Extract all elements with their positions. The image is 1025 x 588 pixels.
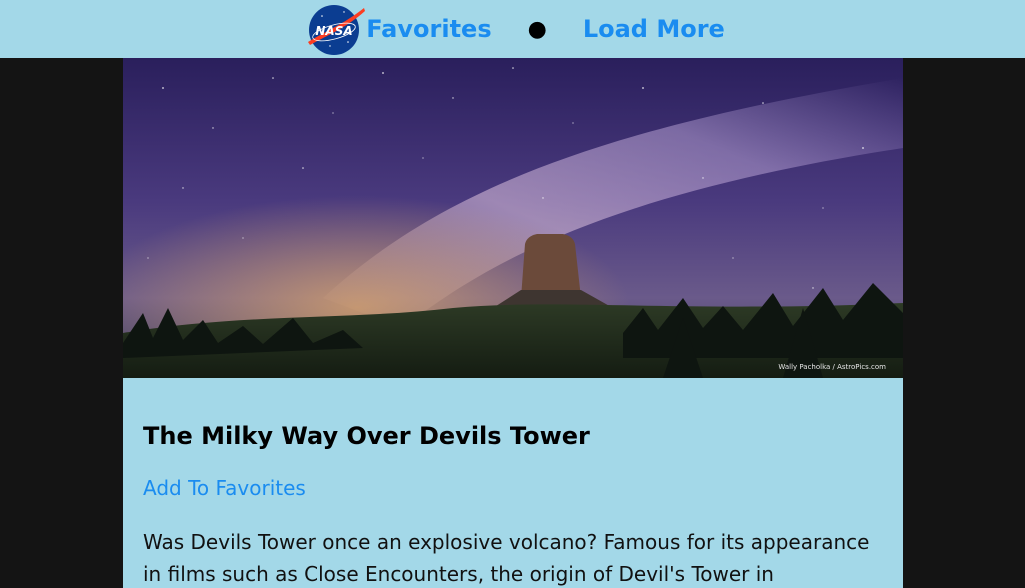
top-navbar: NASA Favorites ● Load More [0, 0, 1025, 58]
card-description: Was Devils Tower once an explosive volca… [143, 530, 870, 586]
nav-group: NASA Favorites ● Load More [304, 2, 725, 56]
nasa-logo-icon[interactable]: NASA [304, 2, 366, 56]
image-credit: Wally Pacholka / AstroPics.com [778, 363, 886, 371]
svg-text:NASA: NASA [316, 24, 353, 38]
load-more-link[interactable]: Load More [583, 15, 725, 43]
apod-card: Wally Pacholka / AstroPics.com The Milky… [123, 58, 903, 588]
nav-separator: ● [527, 16, 547, 42]
favorites-link[interactable]: Favorites [366, 15, 491, 43]
add-to-favorites-link[interactable]: Add To Favorites [143, 476, 306, 500]
card-title: The Milky Way Over Devils Tower [143, 422, 590, 450]
apod-image: Wally Pacholka / AstroPics.com [123, 58, 903, 378]
card-body: The Milky Way Over Devils Tower Add To F… [123, 422, 903, 588]
